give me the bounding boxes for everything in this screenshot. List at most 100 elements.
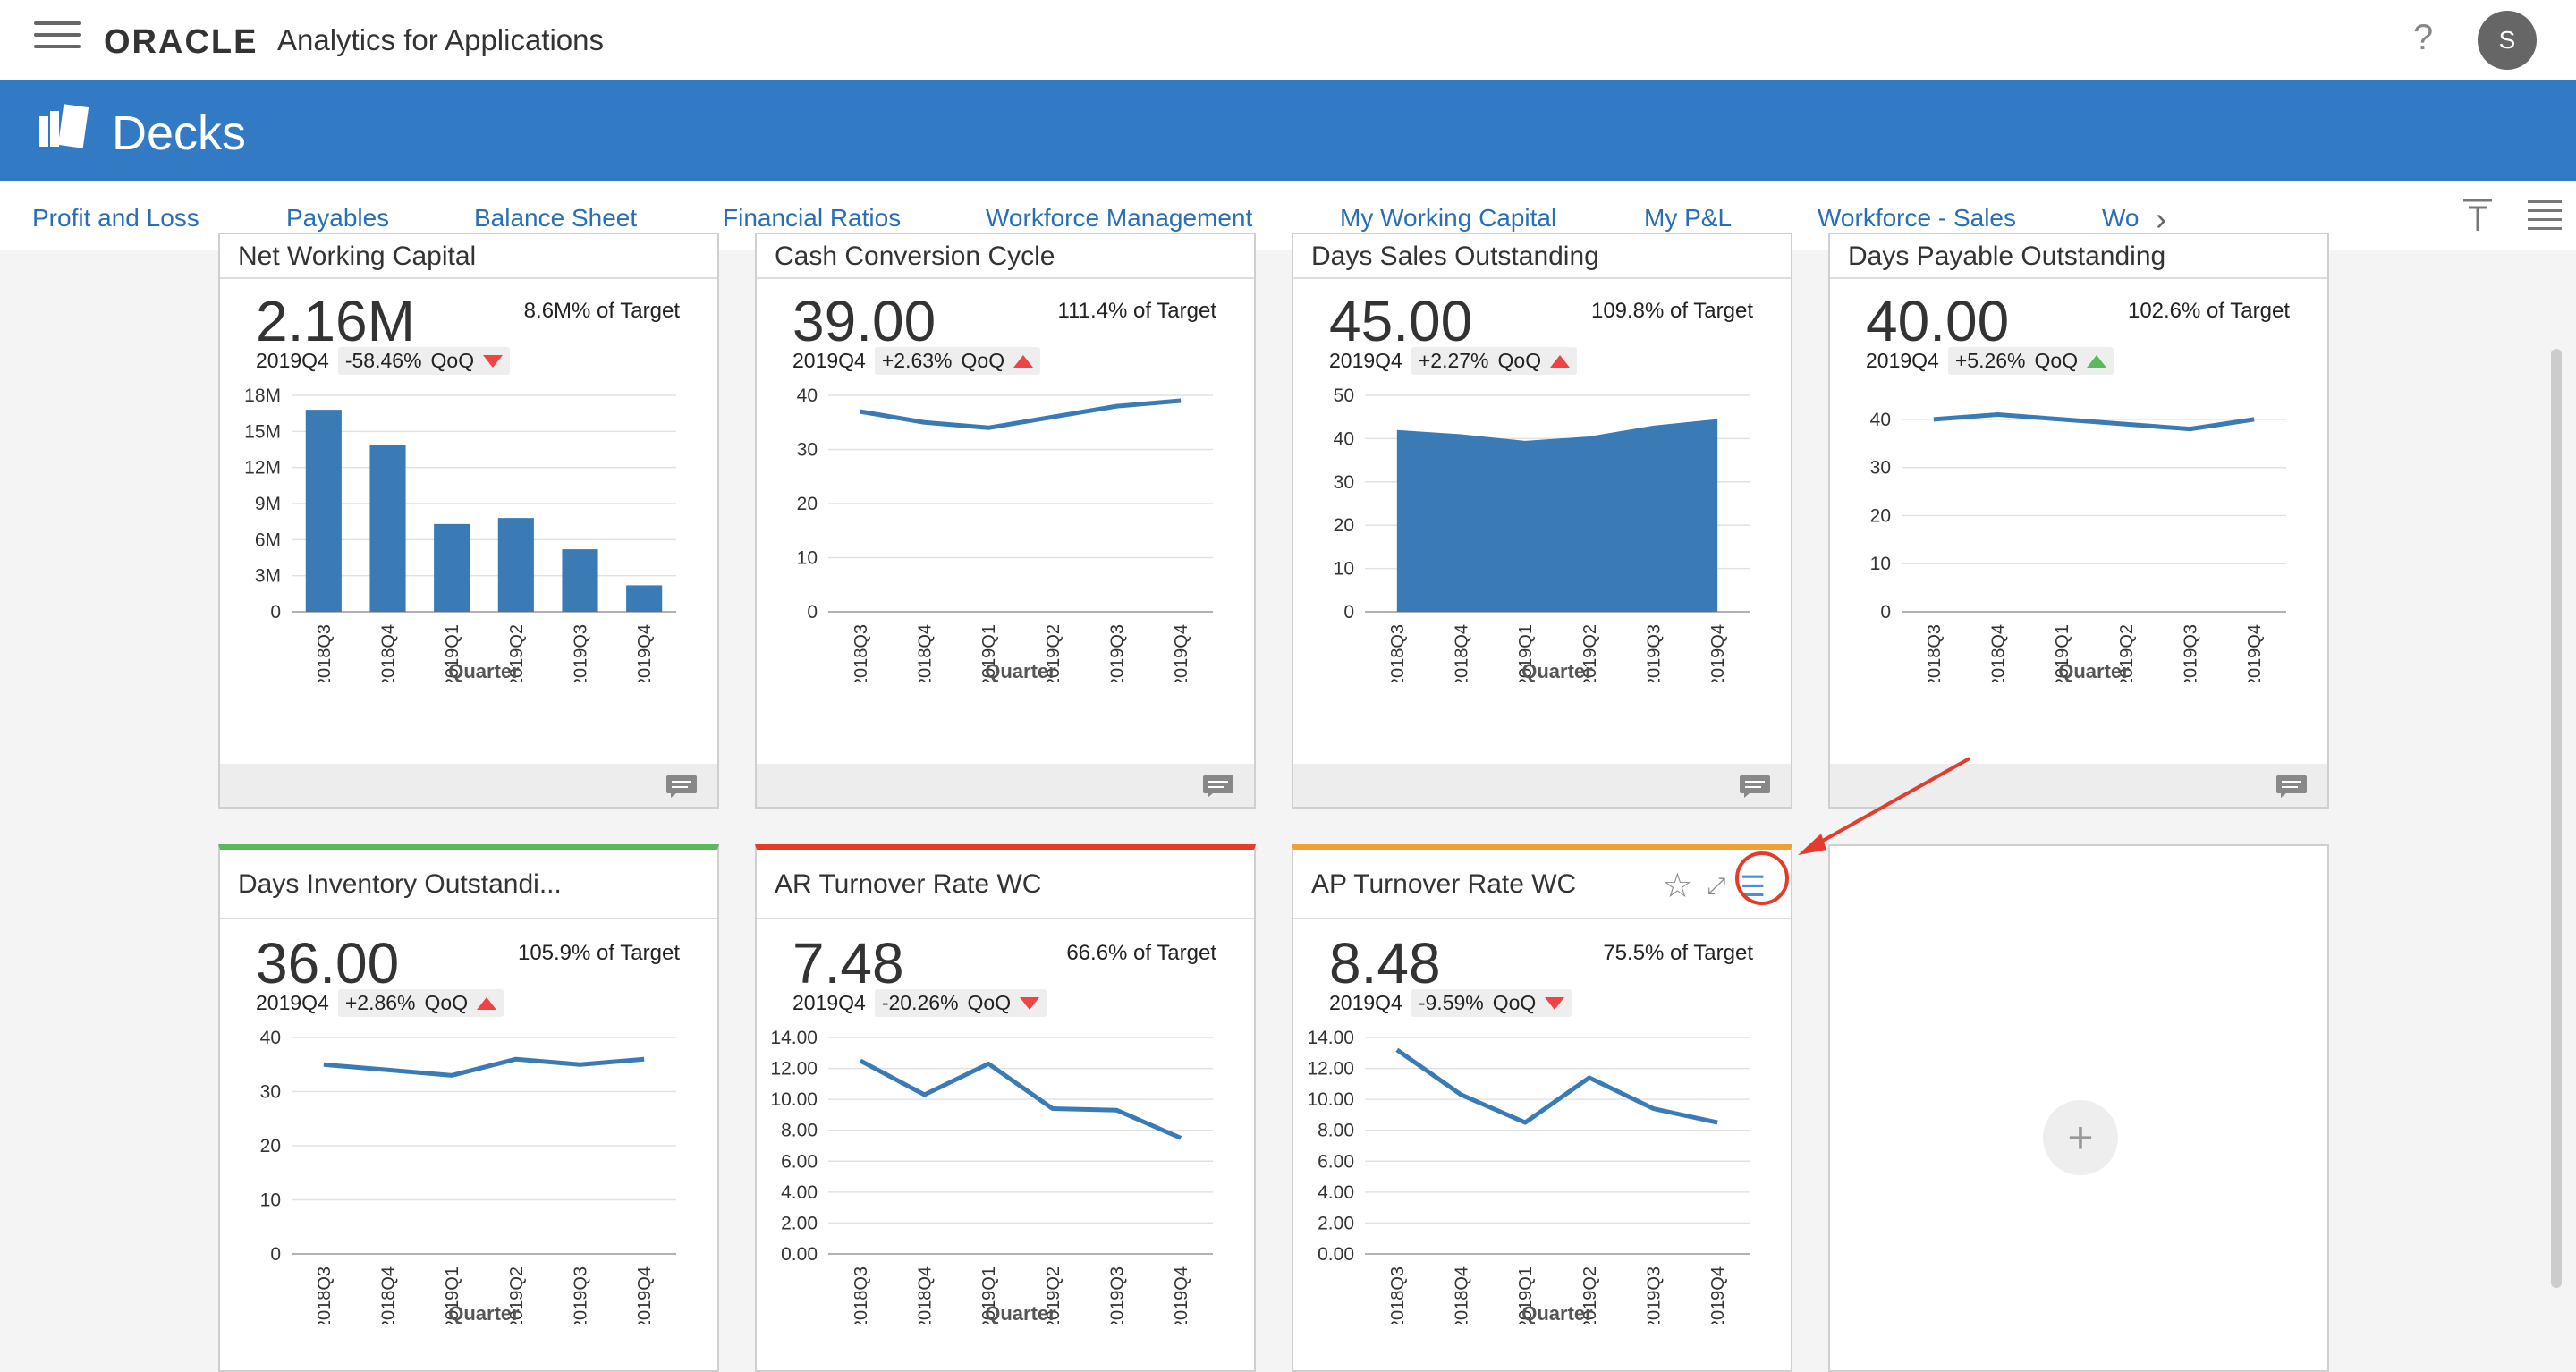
tab-payables[interactable]: Payables (286, 204, 389, 233)
y-tick-label: 20 (1334, 515, 1354, 536)
period-label: 2019Q4 (256, 349, 329, 372)
card-days-inventory-outstanding[interactable]: Days Inventory Outstandi... 36.00 105.9% o… (218, 844, 719, 1372)
period-label: 2019Q4 (792, 349, 866, 372)
x-tick-label: 2019Q4 (1172, 624, 1191, 682)
filter-icon[interactable] (2462, 197, 2494, 233)
y-tick-label: 50 (1334, 386, 1354, 406)
target-percent: 75.5% of Target (1603, 941, 1753, 965)
kpi-chart: 010203040502018Q3 2018Q4 2019Q1 2019Q2 2019Q… (1334, 386, 1750, 682)
x-axis-label: Quarter (1521, 1302, 1593, 1324)
hamburger-menu-icon[interactable] (34, 21, 80, 52)
card-days-payable-outstanding[interactable]: Days Payable Outstanding 40.00 102.6% of T… (1828, 233, 2329, 809)
line-series (1395, 1047, 1718, 1125)
expand-icon[interactable]: ⤢ (1707, 872, 1726, 901)
qoq-label: QoQ (1497, 349, 1542, 372)
x-tick-label: 2019Q3 (572, 1266, 591, 1324)
card-cash-conversion-cycle[interactable]: Cash Conversion Cycle 39.00 111.4% of Targ… (755, 233, 1256, 809)
comment-icon[interactable] (1202, 775, 1234, 798)
change-badge: +5.26% QoQ (1947, 347, 2114, 375)
card-net-working-capital[interactable]: Net Working Capital 2.16M 8.6M% of Target 2… (218, 233, 719, 809)
card-title: Net Working Capital (238, 241, 477, 271)
change-value: +5.26% (1954, 349, 2026, 372)
tab-workforce-sales[interactable]: Workforce - Sales (1818, 204, 2016, 233)
x-tick-label: 2019Q4 (1708, 1266, 1728, 1324)
deck-menu-icon[interactable] (2528, 200, 2562, 231)
y-tick-label: 0 (270, 1244, 281, 1265)
card-ap-turnover-rate[interactable]: AP Turnover Rate WC ☆ ⤢ ☰ 8.48 75.5% of Targe… (1292, 844, 1792, 1372)
y-tick-label: 12.00 (770, 1059, 818, 1080)
y-tick-label: 40 (1334, 428, 1354, 449)
kpi-chart: 0.00 2.00 4.00 6.00 8.00 10.00 12.00 14.00 2018Q… (1307, 1029, 1750, 1324)
y-tick-label: 0.00 (781, 1244, 818, 1265)
card-days-sales-outstanding[interactable]: Days Sales Outstanding 45.00 109.8% of Tar… (1292, 233, 1792, 809)
x-tick-label: 2018Q3 (1388, 1266, 1408, 1324)
y-tick-label: 0 (807, 602, 818, 622)
area-series (1396, 419, 1718, 612)
bar (562, 549, 598, 612)
top-bar: ORACLE Analytics for Applications ? S (0, 0, 2576, 80)
change-badge: +2.63% QoQ (874, 347, 1041, 375)
card-title: Days Inventory Outstandi... (238, 869, 562, 899)
y-tick-label: 3M (255, 566, 281, 587)
x-tick-label: 2018Q4 (1989, 624, 2009, 682)
comment-icon[interactable] (1739, 775, 1771, 798)
y-tick-label: 20 (1870, 505, 1891, 526)
period-label: 2019Q4 (256, 991, 329, 1014)
card-footer (757, 764, 1254, 807)
trend-up-icon (2087, 354, 2107, 368)
tab-my-pl[interactable]: My P&L (1644, 204, 1732, 233)
user-avatar[interactable]: S (2478, 11, 2537, 70)
qoq-label: QoQ (430, 349, 475, 372)
target-percent: 105.9% of Target (517, 941, 680, 965)
tab-workforce-management[interactable]: Workforce Management (986, 204, 1252, 233)
y-tick-label: 9M (255, 494, 281, 514)
comment-icon[interactable] (665, 775, 698, 798)
y-tick-label: 10.00 (1307, 1089, 1354, 1110)
bar (434, 523, 470, 612)
x-axis-label: Quarter (2058, 660, 2130, 682)
change-badge: -58.46% QoQ (337, 347, 511, 375)
comment-icon[interactable] (2275, 775, 2308, 798)
card-ar-turnover-rate[interactable]: AR Turnover Rate WC 7.48 66.6% of Target 20… (755, 844, 1256, 1372)
x-tick-label: 2018Q4 (1453, 624, 1472, 682)
y-tick-label: 10 (1334, 559, 1354, 580)
card-title: AR Turnover Rate WC (775, 869, 1042, 899)
y-tick-label: 40 (260, 1029, 281, 1048)
star-icon[interactable]: ☆ (1662, 866, 1692, 906)
bar (369, 445, 406, 612)
line-series (323, 1056, 645, 1078)
x-tick-label: 2019Q3 (1645, 1266, 1665, 1324)
tab-financial-ratios[interactable]: Financial Ratios (723, 204, 901, 233)
tab-profit-and-loss[interactable]: Profit and Loss (32, 204, 199, 233)
help-icon[interactable]: ? (2413, 18, 2433, 58)
change-value: -9.59% (1418, 991, 1484, 1014)
add-card-button[interactable]: + (2043, 1100, 2118, 1175)
kpi-chart: 0.00 2.00 4.00 6.00 8.00 10.00 12.00 14.00 2018Q… (770, 1029, 1213, 1324)
trend-up-icon (477, 996, 497, 1010)
qoq-label: QoQ (424, 991, 469, 1014)
vertical-scrollbar[interactable] (2551, 349, 2562, 1288)
change-value: +2.86% (344, 991, 416, 1014)
x-tick-label: 2019Q3 (1108, 1266, 1128, 1324)
y-tick-label: 30 (797, 440, 818, 461)
x-tick-label: 2019Q4 (1172, 1266, 1191, 1324)
y-tick-label: 18M (244, 386, 281, 406)
change-badge: +2.86% QoQ (337, 989, 504, 1017)
change-value: +2.63% (881, 349, 953, 372)
x-tick-label: 2018Q3 (852, 1266, 871, 1324)
card-title: Cash Conversion Cycle (775, 241, 1055, 271)
card-header: Days Payable Outstanding (1830, 234, 2327, 279)
y-tick-label: 30 (1334, 472, 1354, 493)
line-series (860, 398, 1182, 430)
kpi-chart: 0102030402018Q3 2018Q4 2019Q1 2019Q2 2019Q3 2… (1870, 410, 2286, 682)
tab-wo[interactable]: Wo (2102, 204, 2140, 233)
tab-balance-sheet[interactable]: Balance Sheet (474, 204, 637, 233)
x-axis-label: Quarter (448, 1302, 520, 1324)
card-title: Days Payable Outstanding (1848, 241, 2166, 271)
bar (305, 410, 342, 612)
x-tick-label: 2018Q4 (1453, 1266, 1472, 1324)
period-change: 2019Q4 +2.27% QoQ (1329, 347, 1578, 375)
y-tick-label: 8.00 (781, 1121, 818, 1141)
x-tick-label: 2018Q4 (379, 1266, 399, 1324)
period-label: 2019Q4 (1866, 349, 1939, 372)
